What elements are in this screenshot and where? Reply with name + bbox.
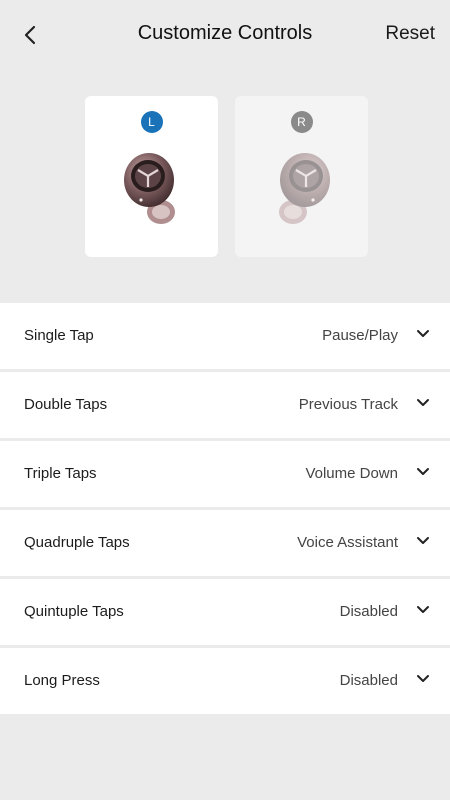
earbud-image [278, 153, 330, 224]
chevron-down-icon [417, 330, 429, 337]
control-row-long-press[interactable]: Long Press Disabled [0, 648, 450, 714]
reset-button[interactable]: Reset [385, 23, 435, 45]
earbud-image [123, 153, 175, 224]
control-label: Single Tap [24, 327, 94, 344]
earbud-selector: L R [0, 96, 450, 258]
controls-list: Single Tap Pause/Play Double Taps Previo… [0, 303, 450, 717]
control-label: Double Taps [24, 396, 108, 413]
chevron-down-icon [417, 675, 429, 682]
control-value: Voice Assistant [297, 534, 398, 551]
control-value: Previous Track [298, 396, 398, 413]
control-value: Disabled [339, 603, 398, 620]
control-row-double-taps[interactable]: Double Taps Previous Track [0, 372, 450, 438]
right-badge: R [290, 111, 313, 133]
control-row-quintuple-taps[interactable]: Quintuple Taps Disabled [0, 579, 450, 645]
control-label: Triple Taps [24, 465, 97, 482]
chevron-down-icon [417, 537, 429, 544]
control-row-single-tap[interactable]: Single Tap Pause/Play [0, 303, 450, 369]
control-label: Long Press [24, 672, 100, 689]
chevron-down-icon [417, 468, 429, 475]
left-earbud-card[interactable]: L [85, 96, 218, 257]
page-title: Customize Controls [137, 22, 313, 44]
header-bar: Customize Controls Reset [0, 0, 450, 70]
right-earbud-card[interactable]: R [235, 96, 368, 257]
control-row-triple-taps[interactable]: Triple Taps Volume Down [0, 441, 450, 507]
control-value: Volume Down [305, 465, 398, 482]
chevron-down-icon [417, 606, 429, 613]
left-badge: L [140, 111, 163, 133]
control-value: Disabled [339, 672, 398, 689]
control-row-quadruple-taps[interactable]: Quadruple Taps Voice Assistant [0, 510, 450, 576]
control-label: Quintuple Taps [24, 603, 124, 620]
chevron-down-icon [417, 399, 429, 406]
control-value: Pause/Play [322, 327, 398, 344]
control-label: Quadruple Taps [24, 534, 130, 551]
